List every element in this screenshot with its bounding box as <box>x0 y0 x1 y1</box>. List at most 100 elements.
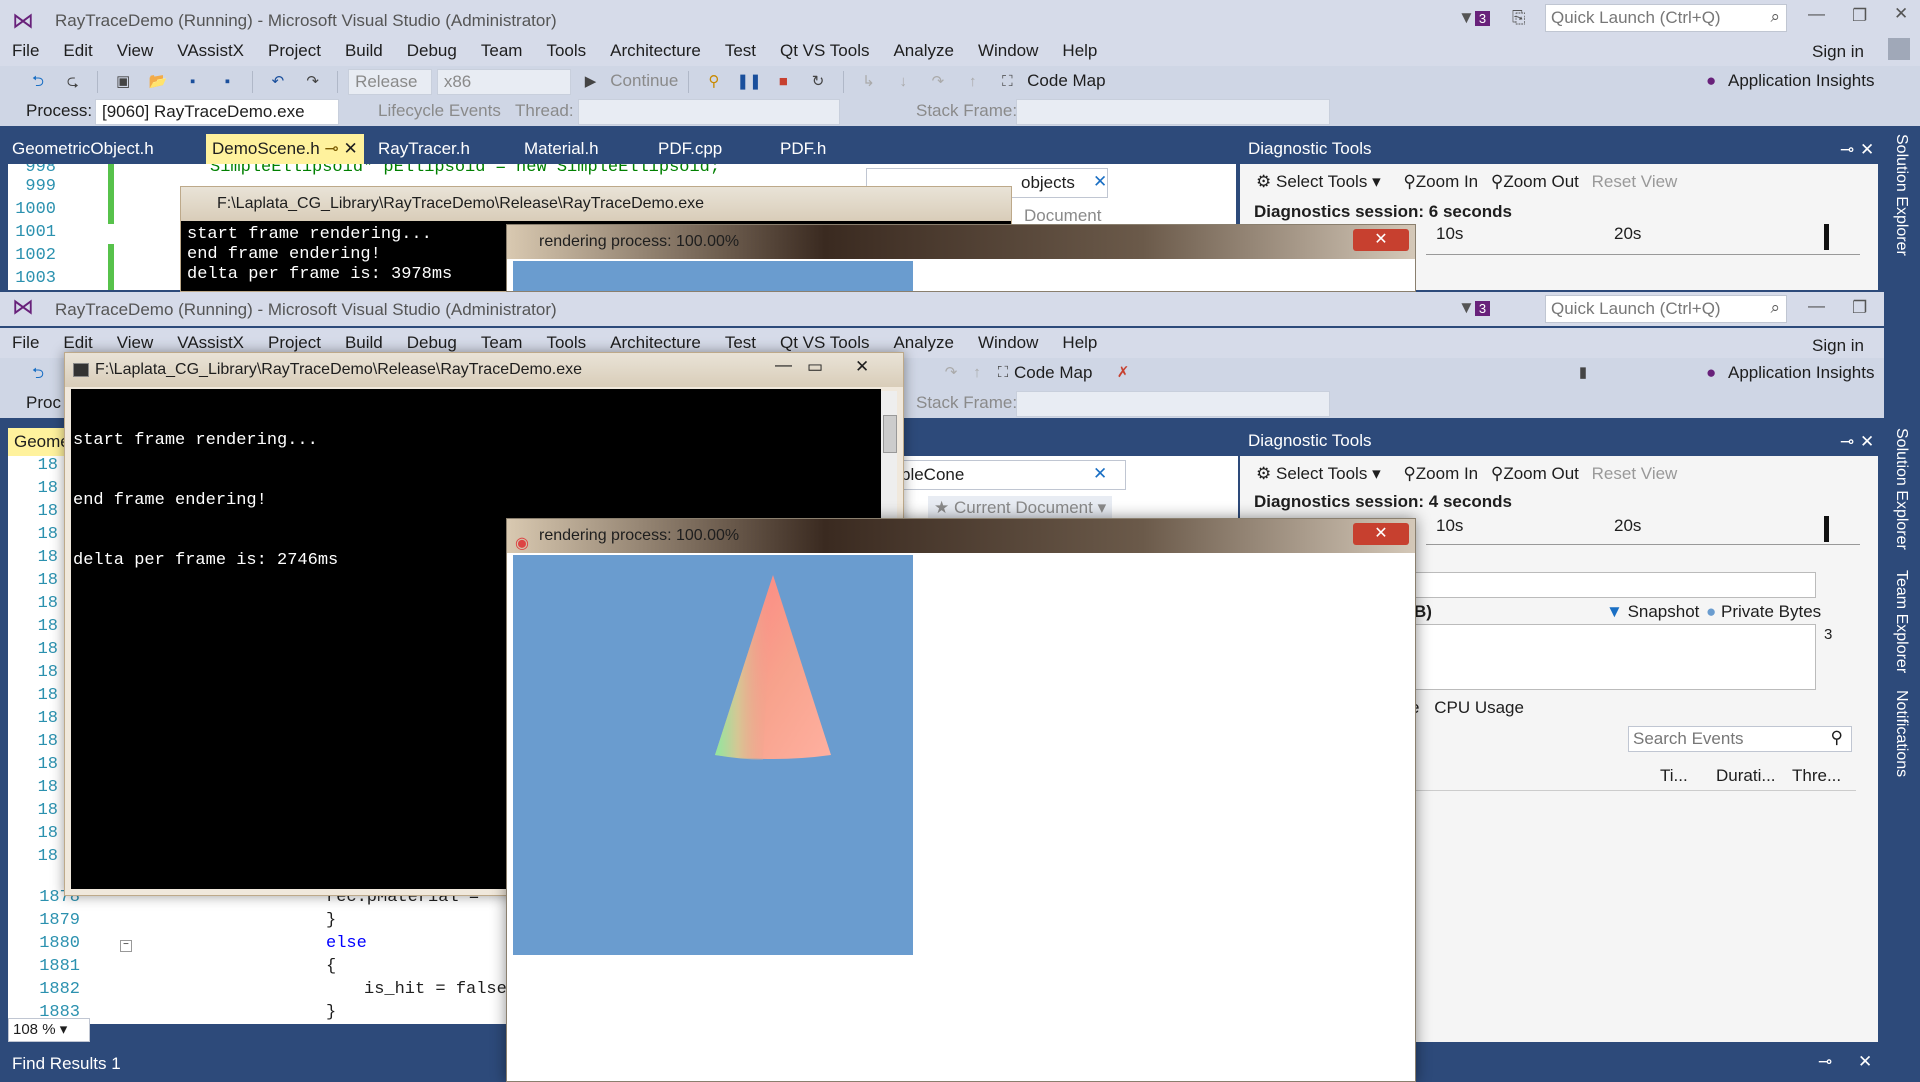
console-close-button[interactable]: ✕ <box>855 357 869 377</box>
code-map-button[interactable]: Code Map <box>1027 71 1105 90</box>
tab-pdf-cpp[interactable]: PDF.cpp <box>652 134 728 164</box>
zoom-out-button[interactable]: Zoom Out <box>1503 464 1579 483</box>
zoom-combo[interactable]: 108 % ▾ <box>8 1018 90 1042</box>
pin-icon[interactable]: ⊸ <box>324 139 338 158</box>
diag-pin-icon[interactable]: ⊸ <box>1840 140 1854 160</box>
code-map-icon[interactable]: ⛶ <box>995 70 1019 94</box>
new-project-icon[interactable]: ▣ <box>111 70 135 94</box>
step-out-icon[interactable]: ↑ <box>961 70 985 94</box>
menu-view[interactable]: View <box>105 36 166 66</box>
lifecycle-events-button[interactable]: Lifecycle Events <box>378 96 501 126</box>
back-scope-label[interactable]: Document <box>1024 206 1101 226</box>
toggle-breakpoint-icon[interactable]: ✗ <box>1111 361 1135 385</box>
diag-pin-icon[interactable]: ⊸ <box>1840 432 1854 452</box>
solution-config-select[interactable]: Release <box>348 68 433 95</box>
tab-pdf-h[interactable]: PDF.h <box>774 134 832 164</box>
app-insights-button[interactable]: Application Insights <box>1728 358 1874 388</box>
menu-build[interactable]: Build <box>333 36 395 66</box>
notification-flag-icon[interactable]: ▼ 3 <box>1458 298 1491 318</box>
stop-debugging-icon[interactable]: ■ <box>771 70 795 94</box>
collapse-toggle-icon[interactable]: − <box>120 940 132 952</box>
find-results-title[interactable]: Find Results 1 <box>12 1054 121 1074</box>
notifications-tab[interactable]: Notifications <box>1892 690 1910 777</box>
save-icon[interactable]: ▪ <box>181 70 205 94</box>
select-tools-button[interactable]: Select Tools <box>1276 172 1367 191</box>
restart-icon[interactable]: ↻ <box>806 70 830 94</box>
stack-frame-select[interactable] <box>1016 391 1330 417</box>
menu-window[interactable]: Window <box>966 328 1050 358</box>
tab-close-icon[interactable]: ✕ <box>343 139 357 158</box>
panel-close-icon[interactable]: ✕ <box>1858 1052 1872 1072</box>
code-map-button[interactable]: Code Map <box>1014 358 1092 388</box>
step-icon[interactable]: ↳ <box>856 70 880 94</box>
close-button[interactable]: ✕ <box>1894 4 1908 24</box>
col-time[interactable]: Ti... <box>1660 766 1688 786</box>
forward-nav-icon[interactable]: ⮎ <box>61 70 85 94</box>
team-explorer-tab[interactable]: Team Explorer <box>1892 570 1910 673</box>
find-icon[interactable]: ⚲ <box>702 70 726 94</box>
app-insights-button[interactable]: Application Insights <box>1728 66 1874 96</box>
feedback-icon[interactable]: ⎘ <box>1512 8 1526 28</box>
tab-demoscene[interactable]: DemoScene.h ⊸ ✕ <box>206 134 364 164</box>
console-minimize-button[interactable]: — <box>775 355 792 375</box>
undo-icon[interactable]: ↶ <box>266 70 290 94</box>
diag-close-icon[interactable]: ✕ <box>1860 140 1874 160</box>
menu-project[interactable]: Project <box>256 36 333 66</box>
minimize-button[interactable]: — <box>1808 4 1825 24</box>
tab-cpu-usage[interactable]: CPU Usage <box>1434 698 1524 717</box>
minimize-button[interactable]: — <box>1808 296 1825 316</box>
select-tools-button[interactable]: Select Tools <box>1276 464 1367 483</box>
menu-help[interactable]: Help <box>1050 36 1109 66</box>
thread-select[interactable] <box>578 99 840 125</box>
open-file-icon[interactable]: 📂 <box>146 70 170 94</box>
menu-analyze[interactable]: Analyze <box>881 36 965 66</box>
step-over-icon[interactable]: ↷ <box>939 361 963 385</box>
back-nav-icon[interactable]: ⮌ <box>26 362 50 386</box>
tab-material[interactable]: Material.h <box>518 134 605 164</box>
menu-vassistx[interactable]: VAssistX <box>165 36 256 66</box>
menu-file[interactable]: File <box>0 328 51 358</box>
save-all-icon[interactable]: ▪ <box>215 70 239 94</box>
zoom-in-button[interactable]: Zoom In <box>1416 464 1478 483</box>
find-close-icon[interactable]: ✕ <box>1186 462 1200 482</box>
clear-search-icon[interactable]: ✕ <box>1093 464 1107 484</box>
continue-button[interactable]: Continue <box>610 71 678 90</box>
notification-flag-icon[interactable]: ▼ 3 <box>1458 8 1491 28</box>
console-maximize-button[interactable]: ▭ <box>807 357 823 377</box>
step-out-icon[interactable]: ↑ <box>965 361 989 385</box>
col-thread[interactable]: Thre... <box>1792 766 1841 786</box>
tab-raytracer[interactable]: RayTracer.h <box>372 134 476 164</box>
front-find-box[interactable]: pleCone ✕ <box>866 460 1126 490</box>
panel-pin-icon[interactable]: ⊸ <box>1818 1052 1832 1072</box>
menu-tools[interactable]: Tools <box>534 36 598 66</box>
col-duration[interactable]: Durati... <box>1716 766 1776 786</box>
back-nav-icon[interactable]: ⮌ <box>26 70 50 94</box>
quick-launch-input[interactable]: Quick Launch (Ctrl+Q) ⌕ <box>1545 295 1787 323</box>
zoom-out-button[interactable]: Zoom Out <box>1503 172 1579 191</box>
find-next-icon[interactable]: ➜ <box>1136 462 1150 482</box>
reset-view-button[interactable]: Reset View <box>1592 172 1678 191</box>
sign-in-link[interactable]: Sign in <box>1812 42 1864 62</box>
solution-platform-select[interactable]: x86 <box>436 68 571 95</box>
settings-icon[interactable]: ⚙ <box>1256 464 1271 483</box>
scroll-thumb[interactable] <box>883 415 897 453</box>
quick-launch-input[interactable]: Quick Launch (Ctrl+Q) ⌕ <box>1545 4 1787 32</box>
zoom-out-icon[interactable]: ⚲ <box>1491 172 1503 191</box>
menu-edit[interactable]: Edit <box>51 36 104 66</box>
process-select[interactable]: [9060] RayTraceDemo.exe <box>95 99 339 125</box>
menu-debug[interactable]: Debug <box>395 36 469 66</box>
search-events-input[interactable]: Search Events ⚲ <box>1628 726 1852 752</box>
menu-window[interactable]: Window <box>966 36 1050 66</box>
step-over-icon[interactable]: ↷ <box>926 70 950 94</box>
app-insights-icon[interactable]: ● <box>1706 358 1716 388</box>
zoom-out-icon[interactable]: ⚲ <box>1491 464 1503 483</box>
break-all-icon[interactable]: ❚❚ <box>737 70 762 94</box>
zoom-in-button[interactable]: Zoom In <box>1416 172 1478 191</box>
step-into-icon[interactable]: ↓ <box>891 70 915 94</box>
app-insights-icon[interactable]: ● <box>1706 66 1716 96</box>
restore-button[interactable]: ❐ <box>1852 298 1867 318</box>
render-close-button[interactable]: ✕ <box>1353 229 1409 251</box>
menu-test[interactable]: Test <box>713 36 768 66</box>
tab-geometricobject[interactable]: GeometricObject.h <box>6 134 160 164</box>
clear-search-icon[interactable]: ✕ <box>1093 172 1107 192</box>
